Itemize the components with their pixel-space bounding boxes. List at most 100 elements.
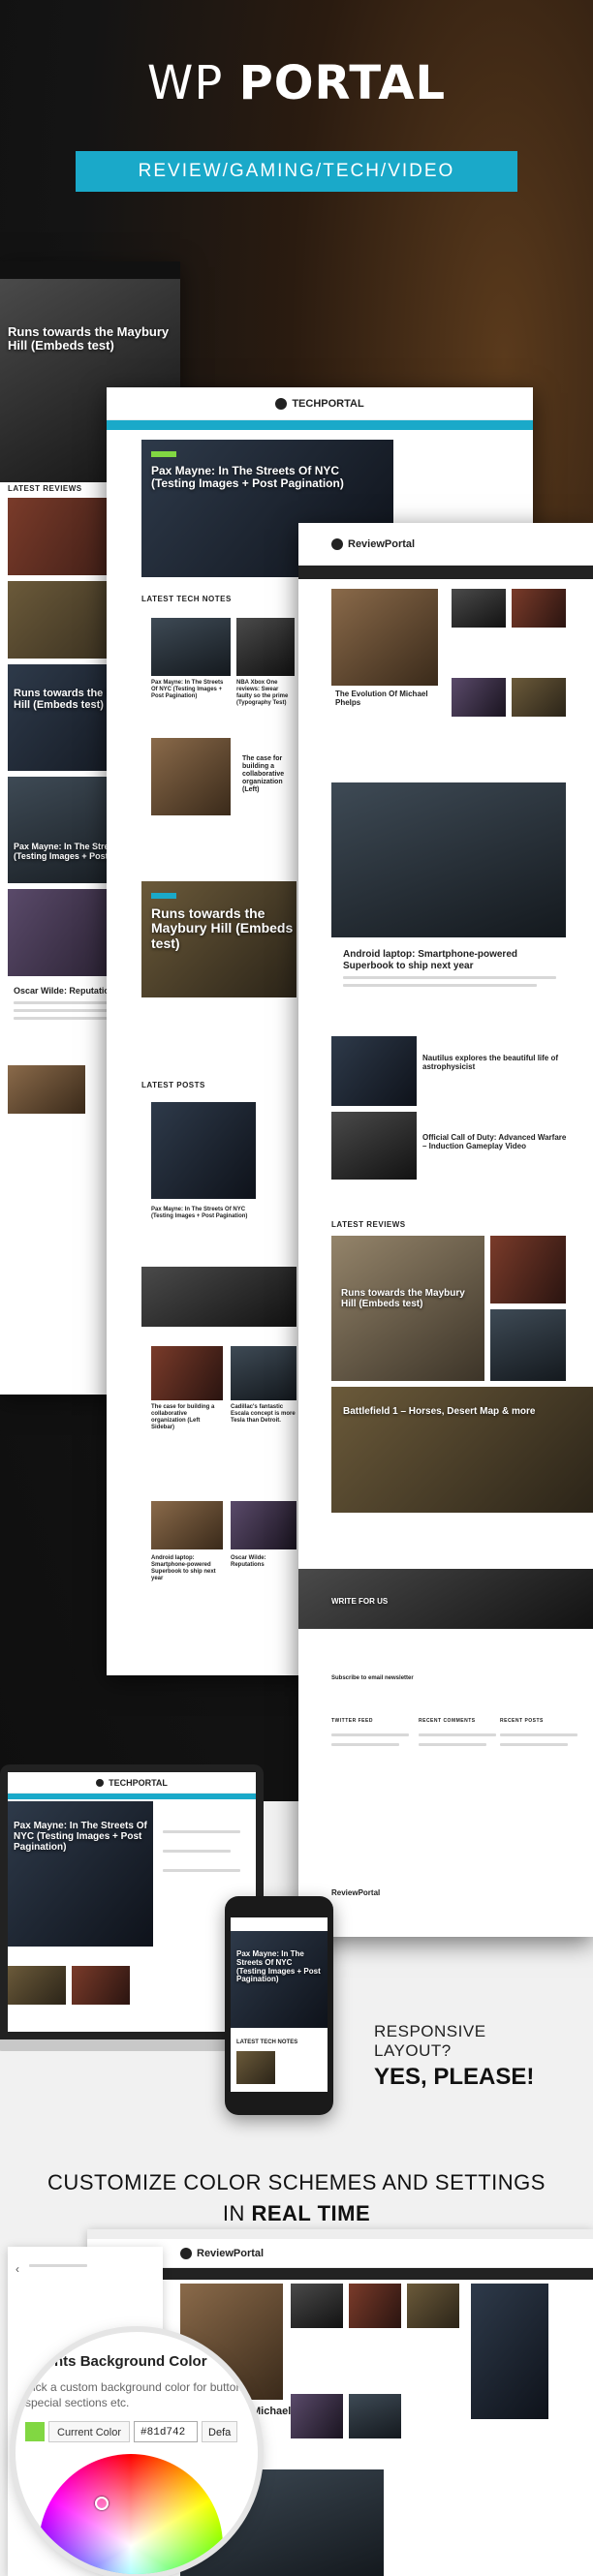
phone-section: LATEST TECH NOTES	[236, 2039, 298, 2045]
responsive-line-2: YES, PLEASE!	[374, 2064, 535, 2090]
bottom-nav	[87, 2268, 593, 2280]
customizer-topbar	[87, 2229, 593, 2239]
laptop-logo-row: TECHPORTAL	[8, 1772, 256, 1794]
tech-note-image-2	[236, 618, 295, 676]
customize-line-2-light: IN	[222, 2200, 245, 2225]
category-banner: REVIEW/GAMING/TECH/VIDEO	[76, 151, 517, 192]
laptop-headline: Pax Mayne: In The Streets Of NYC (Testin…	[14, 1821, 147, 1853]
color-controls: Current Color #81d742 Defa	[25, 2421, 238, 2442]
bottom-thumb-3	[407, 2284, 459, 2328]
tech-note-image-1	[151, 618, 231, 676]
panel-back-icon[interactable]: ‹	[16, 2262, 19, 2276]
review-hero-image	[331, 589, 438, 686]
left-headline: Runs towards the Maybury Hill (Embeds te…	[8, 324, 170, 353]
customize-heading: CUSTOMIZE COLOR SCHEMES AND SETTINGS IN …	[0, 2167, 593, 2229]
bottom-thumb-4	[291, 2394, 343, 2438]
tech-post-4: Android laptop: Smartphone-powered Super…	[151, 1555, 216, 1581]
hex-input[interactable]: #81d742	[134, 2421, 199, 2442]
review-thumb-1	[452, 589, 506, 628]
text-line	[29, 2264, 87, 2267]
tech-post-5: Oscar Wilde: Reputations	[231, 1555, 266, 1568]
text-line	[343, 976, 556, 979]
tech-feature-title: Runs towards the Maybury Hill (Embeds te…	[151, 905, 294, 951]
bottom-thumb-2	[349, 2284, 401, 2328]
review-thumb-2	[512, 589, 566, 628]
review-col-1: TWITTER FEED	[331, 1718, 373, 1724]
review-logo-icon	[331, 537, 343, 550]
bottom-logo-icon	[180, 2247, 192, 2259]
bottom-logo: ReviewPortal	[197, 2247, 265, 2259]
laptop-screen: TECHPORTAL Pax Mayne: In The Streets Of …	[8, 1772, 256, 2032]
tech-post-image-3	[231, 1346, 296, 1400]
phone-headline: Pax Mayne: In The Streets Of NYC (Testin…	[236, 1949, 321, 1984]
review-thumb-4	[512, 678, 566, 717]
review-laptop-image	[331, 782, 566, 937]
tech-nav	[107, 420, 533, 430]
text-line	[331, 1733, 409, 1736]
tech-post-1: Pax Mayne: In The Streets Of NYC (Testin…	[151, 1207, 248, 1219]
tech-post-3: Cadillac's fantastic Escala concept is m…	[231, 1404, 296, 1424]
laptop-thumb-1	[8, 1966, 66, 2005]
customize-line-2-bold: REAL TIME	[251, 2200, 371, 2225]
tech-post-image-4	[151, 1501, 223, 1549]
laptop-thumb-2	[72, 1966, 130, 2005]
review-logo-row: ReviewPortal	[298, 523, 593, 566]
color-swatch[interactable]	[25, 2422, 45, 2441]
bottom-headline: Michael	[252, 2406, 292, 2417]
default-button[interactable]: Defa	[202, 2421, 238, 2442]
tech-logo-icon	[275, 397, 288, 410]
review-story-4: Official Call of Duty: Advanced Warfare …	[422, 1133, 567, 1151]
tech-post-image-5	[231, 1501, 296, 1549]
current-color-button[interactable]: Current Color	[48, 2421, 131, 2442]
hero-title-bold: PORTAL	[238, 56, 447, 110]
review-subscribe: Subscribe to email newsletter	[331, 1675, 414, 1681]
text-line	[419, 1733, 496, 1736]
review-write-for-us: WRITE FOR US	[331, 1597, 389, 1606]
bottom-thumb-1	[291, 2284, 343, 2328]
tech-logo-row: TECHPORTAL	[107, 387, 533, 420]
hero-title-light: WP	[146, 56, 224, 110]
review-story-1: The Evolution Of Michael Phelps	[335, 690, 428, 708]
bottom-side-image	[471, 2284, 548, 2419]
text-line	[343, 984, 537, 987]
bottom-thumb-5	[349, 2394, 401, 2438]
left-topbar	[0, 261, 180, 279]
text-line	[500, 1733, 577, 1736]
tech-post-2: The case for building a collaborative or…	[151, 1404, 215, 1430]
phone-thumb	[236, 2051, 275, 2084]
text-line	[163, 1850, 231, 1853]
text-line	[163, 1869, 240, 1872]
tech-note-3: The case for building a collaborative or…	[242, 755, 285, 794]
review-thumb-3	[452, 678, 506, 717]
phone-screen: Pax Mayne: In The Streets Of NYC (Testin…	[231, 1917, 328, 2092]
phone-device: Pax Mayne: In The Streets Of NYC (Testin…	[225, 1896, 333, 2115]
screenshot-reviewportal: ReviewPortal The Evolution Of Michael Ph…	[298, 523, 593, 1937]
color-wheel-handle[interactable]	[95, 2497, 109, 2510]
tech-section-notes: LATEST TECH NOTES	[141, 595, 232, 603]
color-wheel[interactable]	[39, 2454, 223, 2574]
laptop-logo: TECHPORTAL	[109, 1777, 168, 1788]
color-setting-title: ements Background Color	[25, 2353, 207, 2370]
tech-headline: Pax Mayne: In The Streets Of NYC (Testin…	[151, 464, 344, 491]
review-gravity-image	[331, 1036, 417, 1106]
review-nav	[298, 566, 593, 579]
text-line	[419, 1743, 486, 1746]
color-picker-lens: ements Background Color Pick a custom ba…	[16, 2332, 258, 2574]
text-line	[163, 1830, 240, 1833]
review-side-image-1	[490, 1236, 566, 1303]
tech-note-image-3	[151, 738, 231, 815]
laptop-nav	[8, 1794, 256, 1799]
responsive-line-1: RESPONSIVE LAYOUT?	[374, 2022, 486, 2060]
review-side-image-2	[490, 1309, 566, 1381]
customize-line-1: CUSTOMIZE COLOR SCHEMES AND SETTINGS	[47, 2170, 546, 2194]
tech-note-1: Pax Mayne: In The Streets Of NYC (Testin…	[151, 680, 224, 699]
tech-post-banner	[141, 1267, 296, 1327]
customize-line-2: IN REAL TIME	[0, 2198, 593, 2229]
tech-post-image-2	[151, 1346, 223, 1400]
review-cod-image	[331, 1112, 417, 1180]
hero-title: WP PORTAL	[0, 56, 593, 110]
review-col-2: RECENT COMMENTS	[419, 1718, 476, 1724]
review-footer-logo: ReviewPortal	[331, 1888, 381, 1897]
tech-note-2: NBA Xbox One reviews: Swear faulty so th…	[236, 680, 289, 706]
tech-feature-tag	[151, 893, 176, 899]
